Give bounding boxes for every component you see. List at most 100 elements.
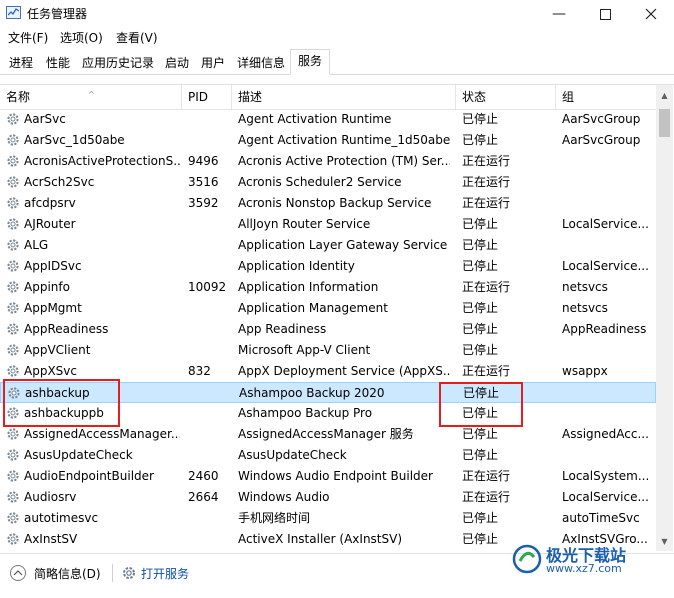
cell-name: afcdpsrv	[24, 196, 76, 210]
service-gear-icon	[7, 491, 19, 503]
cell-description: ActiveX Installer (AxInstSV)	[238, 532, 403, 546]
cell-pid: 2664	[188, 490, 219, 504]
sort-ascending-icon: ^	[88, 90, 95, 99]
cell-description: Agent Activation Runtime_1d50abe	[238, 133, 450, 147]
cell-pid	[188, 529, 228, 550]
service-gear-icon	[7, 302, 19, 314]
column-header-group[interactable]: 组	[556, 85, 656, 109]
tab-services[interactable]: 服务	[290, 49, 330, 75]
scroll-up-arrow-icon[interactable]: ▲	[656, 89, 673, 103]
cell-pid	[188, 445, 228, 466]
tab-app-history[interactable]: 应用历史记录	[78, 52, 158, 73]
fewer-details-link[interactable]: 简略信息(D)	[34, 565, 101, 582]
cell-description: AppX Deployment Service (AppXS...	[238, 364, 450, 378]
cell-pid	[189, 383, 229, 404]
cell-description: Windows Audio	[238, 490, 330, 504]
cell-pid	[188, 340, 228, 361]
watermark-url: www.xz7.com	[546, 562, 622, 575]
table-row[interactable]: ALG Application Layer Gateway Service 已停止	[0, 235, 656, 256]
menu-view[interactable]: 查看(V)	[116, 29, 158, 46]
cell-group	[562, 172, 654, 193]
cell-group: LocalSystem...	[562, 469, 650, 483]
cell-pid	[188, 298, 228, 319]
scrollbar-thumb[interactable]	[659, 109, 670, 137]
cell-pid: 832	[188, 364, 211, 378]
cell-name: AJRouter	[24, 217, 76, 231]
cell-pid	[188, 256, 228, 277]
table-row[interactable]: AcrSch2Svc 3516 Acronis Scheduler2 Service…	[0, 172, 656, 193]
cell-group: wsappx	[562, 364, 608, 378]
tab-startup[interactable]: 启动	[160, 52, 194, 73]
service-gear-icon	[7, 239, 19, 251]
cell-name: AppReadiness	[24, 322, 109, 336]
cell-name: AarSvc	[24, 112, 66, 126]
cell-group: LocalService...	[562, 490, 649, 504]
cell-group: netsvcs	[562, 280, 608, 294]
service-gear-icon	[7, 323, 19, 335]
collapse-chevron-icon[interactable]	[10, 565, 26, 581]
cell-group	[562, 151, 654, 172]
cell-name: AcronisActiveProtectionS...	[24, 154, 180, 168]
service-gear-icon	[7, 512, 19, 524]
tab-details[interactable]: 详细信息	[232, 52, 290, 73]
menu-options[interactable]: 选项(O)	[60, 29, 103, 46]
cell-group: AppReadiness	[562, 322, 647, 336]
column-header-name[interactable]: ^ 名称	[0, 85, 182, 109]
cell-group	[563, 383, 655, 404]
table-row[interactable]: AJRouter AllJoyn Router Service 已停止 LocalSe…	[0, 214, 656, 235]
table-row[interactable]: Appinfo 10092 Application Information 正在运行 n…	[0, 277, 656, 298]
table-row[interactable]: AcronisActiveProtectionS... 9496 Acronis A…	[0, 151, 656, 172]
cell-description: Application Information	[238, 280, 379, 294]
table-row[interactable]: AarSvc Agent Activation Runtime 已停止 AarSvcG…	[0, 109, 656, 130]
cell-name: AxInstSV	[24, 532, 78, 546]
table-row[interactable]: afcdpsrv 3592 Acronis Nonstop Backup Servi…	[0, 193, 656, 214]
cell-description: AssignedAccessManager 服务	[238, 427, 414, 441]
menu-bar: 文件(F) 选项(O) 查看(V)	[0, 28, 674, 46]
cell-name: AarSvc_1d50abe	[24, 133, 125, 147]
table-row[interactable]: AppIDSvc Application Identity 已停止 LocalServ…	[0, 256, 656, 277]
menu-file[interactable]: 文件(F)	[8, 29, 48, 46]
cell-group	[562, 235, 654, 256]
column-header-pid[interactable]: PID	[182, 85, 232, 109]
close-button[interactable]	[628, 0, 674, 28]
cell-description: App Readiness	[238, 322, 327, 336]
watermark: 极光下载站 www.xz7.com	[512, 540, 672, 576]
cell-status: 已停止	[462, 112, 499, 126]
tab-strip: 进程 性能 应用历史记录 启动 用户 详细信息 服务	[0, 48, 674, 75]
cell-name: ALG	[24, 238, 49, 252]
cell-pid: 9496	[188, 154, 219, 168]
close-icon	[645, 8, 657, 20]
service-gear-icon	[7, 134, 19, 146]
maximize-button[interactable]	[582, 0, 628, 28]
cell-description: Microsoft App-V Client	[238, 343, 371, 357]
table-row[interactable]: autotimesvc 手机网络时间 已停止 autoTimeSvc	[0, 508, 656, 529]
cell-pid	[188, 319, 228, 340]
cell-pid: 2460	[188, 469, 219, 483]
service-gear-icon	[7, 470, 19, 482]
table-row[interactable]: AppReadiness App Readiness 已停止 AppReadiness	[0, 319, 656, 340]
service-gear-icon	[7, 449, 19, 461]
table-row[interactable]: Audiosrv 2664 Windows Audio 正在运行 LocalServic…	[0, 487, 656, 508]
table-row[interactable]: AppVClient Microsoft App-V Client 已停止	[0, 340, 656, 361]
tab-processes[interactable]: 进程	[4, 52, 38, 73]
service-gear-icon	[7, 260, 19, 272]
open-services-link[interactable]: 打开服务	[141, 565, 189, 582]
cell-group: AarSvcGroup	[562, 133, 641, 147]
cell-pid: 3516	[188, 175, 219, 189]
table-row[interactable]: AudioEndpointBuilder 2460 Windows Audio En…	[0, 466, 656, 487]
minimize-button[interactable]: —	[536, 0, 582, 28]
cell-description: Ashampoo Backup Pro	[238, 406, 373, 420]
cell-group: autoTimeSvc	[562, 511, 640, 525]
cell-status: 已停止	[462, 343, 499, 357]
table-row[interactable]: AssignedAccessManager... AssignedAccessMa…	[0, 424, 656, 445]
column-header-description[interactable]: 描述	[232, 85, 456, 109]
tab-performance[interactable]: 性能	[40, 52, 76, 73]
table-row[interactable]: AppMgmt Application Management 已停止 netsvcs	[0, 298, 656, 319]
tab-users[interactable]: 用户	[196, 52, 230, 73]
cell-group: LocalService...	[562, 259, 649, 273]
service-gear-icon	[7, 155, 19, 167]
column-header-status[interactable]: 状态	[456, 85, 556, 109]
table-row[interactable]: AarSvc_1d50abe Agent Activation Runtime_1…	[0, 130, 656, 151]
vertical-scrollbar[interactable]: ▲ ▼	[656, 85, 673, 551]
table-row[interactable]: AsusUpdateCheck AsusUpdateCheck 已停止	[0, 445, 656, 466]
